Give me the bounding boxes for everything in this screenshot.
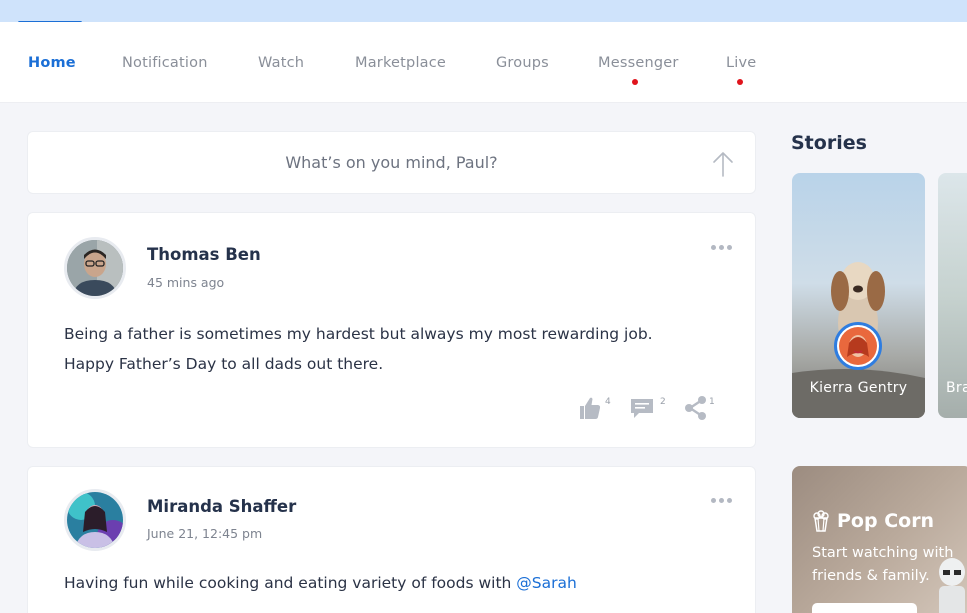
stormtrooper-figure-icon	[939, 558, 965, 613]
post-author[interactable]: Thomas Ben	[147, 245, 261, 264]
post-author[interactable]: Miranda Shaffer	[147, 497, 296, 516]
share-count: 1	[709, 397, 715, 407]
like-button[interactable]: 4	[577, 395, 617, 425]
person-photo-icon	[67, 240, 123, 296]
post-line: Happy Father’s Day to all dads out there…	[64, 355, 384, 373]
story-card[interactable]: Kierra Gentry	[792, 173, 925, 418]
person-photo-icon	[839, 327, 877, 365]
live-notification-dot	[737, 79, 743, 85]
promo-card[interactable]: Pop Corn Start watching with friends & f…	[792, 466, 967, 613]
story-name: Kierra Gentry	[809, 380, 908, 396]
promo-title: Pop Corn	[837, 510, 935, 532]
nav-home[interactable]: Home	[28, 55, 76, 71]
nav-live[interactable]: Live	[726, 55, 756, 71]
like-count: 4	[605, 397, 611, 407]
nav-notification[interactable]: Notification	[122, 55, 208, 71]
story-name: Bra	[946, 380, 967, 396]
post-card: Miranda Shaffer June 21, 12:45 pm Having…	[27, 466, 756, 613]
post-card: Thomas Ben 45 mins ago Being a father is…	[27, 212, 756, 448]
post-timestamp: 45 mins ago	[147, 275, 225, 290]
person-photo-icon	[67, 492, 123, 548]
comment-button[interactable]: 2	[629, 395, 669, 425]
arrow-up-icon[interactable]	[711, 150, 735, 178]
post-actions: 4 2 1	[577, 395, 717, 425]
post-body: Being a father is sometimes my hardest b…	[64, 319, 653, 379]
avatar[interactable]	[64, 489, 126, 551]
avatar[interactable]	[64, 237, 126, 299]
more-options-icon[interactable]	[711, 488, 735, 503]
post-body: Having fun while cooking and eating vari…	[64, 568, 577, 598]
messenger-notification-dot	[632, 79, 638, 85]
comment-count: 2	[660, 397, 666, 407]
more-options-icon[interactable]	[711, 235, 735, 250]
stories-heading: Stories	[791, 132, 867, 154]
post-composer[interactable]: What’s on you mind, Paul?	[27, 131, 756, 194]
share-icon	[685, 396, 706, 420]
story-card[interactable]: Bra	[938, 173, 967, 418]
post-line: Being a father is sometimes my hardest b…	[64, 325, 653, 343]
story-avatar	[834, 322, 882, 370]
nav-messenger[interactable]: Messenger	[598, 55, 679, 71]
nav-watch[interactable]: Watch	[258, 55, 304, 71]
browser-top-strip	[0, 0, 967, 24]
post-timestamp: June 21, 12:45 pm	[147, 526, 263, 541]
composer-placeholder: What’s on you mind, Paul?	[285, 153, 498, 172]
mention-link[interactable]: @Sarah	[516, 574, 577, 592]
nav-marketplace[interactable]: Marketplace	[355, 55, 446, 71]
promo-button[interactable]	[812, 603, 917, 613]
top-navigation: Home Notification Watch Marketplace Grou…	[0, 22, 967, 103]
thumbs-up-icon	[580, 397, 601, 419]
share-button[interactable]: 1	[683, 395, 723, 425]
post-text: Having fun while cooking and eating vari…	[64, 574, 517, 592]
popcorn-icon	[813, 510, 829, 532]
comment-icon	[631, 399, 653, 418]
nav-groups[interactable]: Groups	[496, 55, 549, 71]
